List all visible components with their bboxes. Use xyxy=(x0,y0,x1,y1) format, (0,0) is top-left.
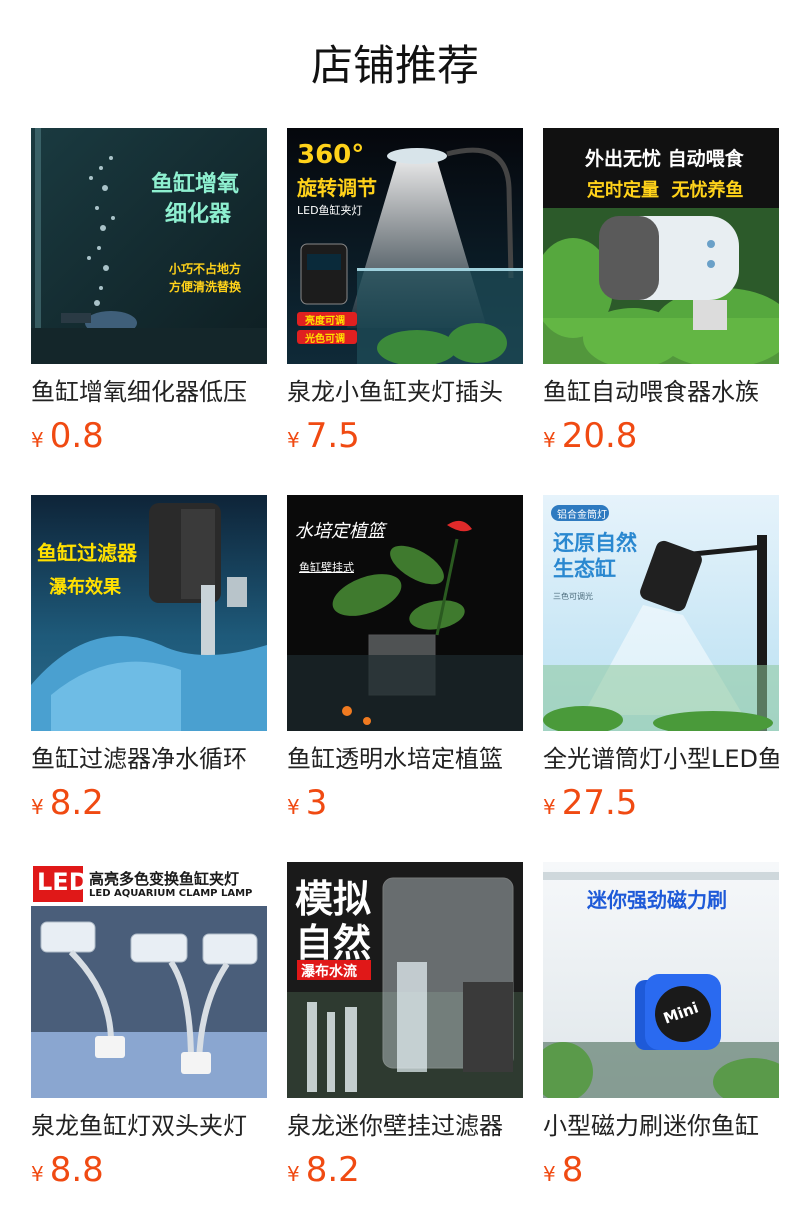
image-text: LED鱼缸夹灯 xyxy=(297,204,363,217)
image-text: 鱼缸增氧 xyxy=(151,172,240,197)
product-price: ¥8.2 xyxy=(287,1150,360,1194)
image-text: 鱼缸壁挂式 xyxy=(299,561,354,574)
price-value: 0.8 xyxy=(49,416,104,456)
product-price: ¥0.8 xyxy=(31,416,104,460)
image-text: LED xyxy=(37,868,89,896)
product-image[interactable]: LED 高亮多色变换鱼缸夹灯 LED AQUARIUM CLAMP LAMP xyxy=(31,862,267,1098)
product-price: ¥20.8 xyxy=(543,416,637,460)
product-price: ¥8 xyxy=(543,1150,583,1194)
product-card[interactable]: 模拟 自然 瀑布水流 泉龙迷你壁挂过滤器 ¥8.2 xyxy=(287,862,523,1229)
price-value: 8.2 xyxy=(49,783,104,823)
product-card[interactable]: 360° 旋转调节 LED鱼缸夹灯 亮度可调 光色可调 泉龙小鱼缸夹灯插头 ¥7… xyxy=(287,128,523,495)
product-image[interactable]: 铝合金筒灯 还原自然 生态缸 三色可调光 xyxy=(543,495,779,731)
image-text: 细化器 xyxy=(165,202,232,227)
image-text: 小巧不占地方 xyxy=(169,262,242,276)
price-value: 8.2 xyxy=(305,1150,360,1190)
image-text: LED AQUARIUM CLAMP LAMP xyxy=(89,888,253,899)
image-text: 自然 xyxy=(295,921,372,965)
image-text: 旋转调节 xyxy=(297,176,377,200)
image-text: 高亮多色变换鱼缸夹灯 xyxy=(89,870,240,888)
image-text: 铝合金筒灯 xyxy=(557,510,607,521)
currency-symbol: ¥ xyxy=(287,795,300,819)
product-price: ¥7.5 xyxy=(287,416,360,460)
currency-symbol: ¥ xyxy=(31,795,44,819)
product-title[interactable]: 鱼缸透明水培定植篮 xyxy=(287,743,523,775)
currency-symbol: ¥ xyxy=(287,1162,300,1186)
image-text: 生态缸 xyxy=(553,557,616,581)
product-image[interactable]: 外出无忧 自动喂食 定时定量 无忧养鱼 xyxy=(543,128,779,364)
price-value: 3 xyxy=(305,783,328,823)
price-value: 8 xyxy=(561,1150,584,1190)
product-image[interactable]: 鱼缸过滤器 瀑布效果 xyxy=(31,495,267,731)
product-title[interactable]: 小型磁力刷迷你鱼缸 xyxy=(543,1110,779,1142)
product-title[interactable]: 泉龙鱼缸灯双头夹灯 xyxy=(31,1110,267,1142)
product-title[interactable]: 泉龙小鱼缸夹灯插头 xyxy=(287,376,523,408)
product-card[interactable]: 外出无忧 自动喂食 定时定量 无忧养鱼 鱼缸自动喂食器水族 ¥20.8 xyxy=(543,128,779,495)
product-title[interactable]: 鱼缸增氧细化器低压 xyxy=(31,376,267,408)
currency-symbol: ¥ xyxy=(31,1162,44,1186)
product-card[interactable]: 鱼缸增氧 细化器 小巧不占地方 方便清洗替换 鱼缸增氧细化器低压 ¥0.8 xyxy=(31,128,267,495)
currency-symbol: ¥ xyxy=(287,428,300,452)
product-image[interactable]: 迷你强劲磁力刷 Mini xyxy=(543,862,779,1098)
product-card[interactable]: 铝合金筒灯 还原自然 生态缸 三色可调光 全光谱筒灯小型LED鱼 ¥27.5 xyxy=(543,495,779,862)
currency-symbol: ¥ xyxy=(543,428,556,452)
image-text: 瀑布效果 xyxy=(49,577,121,598)
product-price: ¥8.8 xyxy=(31,1150,104,1194)
image-text: 三色可调光 xyxy=(553,592,593,601)
image-text: 外出无忧 自动喂食 xyxy=(585,148,744,170)
image-text: 定时定量 无忧养鱼 xyxy=(587,180,744,201)
product-grid: 鱼缸增氧 细化器 小巧不占地方 方便清洗替换 鱼缸增氧细化器低压 ¥0.8 36… xyxy=(31,128,790,1229)
product-title[interactable]: 泉龙迷你壁挂过滤器 xyxy=(287,1110,523,1142)
price-value: 8.8 xyxy=(49,1150,104,1190)
image-text: 360° xyxy=(297,140,365,170)
product-price: ¥8.2 xyxy=(31,783,104,827)
price-value: 7.5 xyxy=(305,416,360,456)
image-text: 亮度可调 xyxy=(305,316,345,327)
section-title: 店铺推荐 xyxy=(310,41,479,90)
product-card[interactable]: 鱼缸过滤器 瀑布效果 鱼缸过滤器净水循环 ¥8.2 xyxy=(31,495,267,862)
product-image[interactable]: 360° 旋转调节 LED鱼缸夹灯 亮度可调 光色可调 xyxy=(287,128,523,364)
image-text: 水培定植篮 xyxy=(295,521,385,542)
currency-symbol: ¥ xyxy=(543,1162,556,1186)
product-card[interactable]: LED 高亮多色变换鱼缸夹灯 LED AQUARIUM CLAMP LAMP 泉… xyxy=(31,862,267,1229)
product-title[interactable]: 全光谱筒灯小型LED鱼 xyxy=(543,743,779,775)
price-value: 20.8 xyxy=(561,416,638,456)
image-text: 光色可调 xyxy=(305,334,345,345)
store-recommendations-page: 店铺推荐 鱼缸增氧 细化器 小巧不占地方 方便清洗替换 鱼缸增氧细化器低压 ¥ … xyxy=(0,0,790,1230)
product-image[interactable]: 水培定植篮 鱼缸壁挂式 xyxy=(287,495,523,731)
image-text: 方便清洗替换 xyxy=(169,280,242,294)
product-card[interactable]: 迷你强劲磁力刷 Mini 小型磁力刷迷你鱼缸 ¥8 xyxy=(543,862,779,1229)
price-value: 27.5 xyxy=(561,783,638,823)
product-price: ¥3 xyxy=(287,783,327,827)
currency-symbol: ¥ xyxy=(31,428,44,452)
product-price: ¥27.5 xyxy=(543,783,637,827)
image-text: 鱼缸过滤器 xyxy=(37,541,137,565)
product-card[interactable]: 水培定植篮 鱼缸壁挂式 鱼缸透明水培定植篮 ¥3 xyxy=(287,495,523,862)
product-image[interactable]: 鱼缸增氧 细化器 小巧不占地方 方便清洗替换 xyxy=(31,128,267,364)
image-text: 瀑布水流 xyxy=(301,964,357,980)
image-text: 迷你强劲磁力刷 xyxy=(587,888,727,912)
product-image[interactable]: 模拟 自然 瀑布水流 xyxy=(287,862,523,1098)
currency-symbol: ¥ xyxy=(543,795,556,819)
product-title[interactable]: 鱼缸过滤器净水循环 xyxy=(31,743,267,775)
product-title[interactable]: 鱼缸自动喂食器水族 xyxy=(543,376,779,408)
